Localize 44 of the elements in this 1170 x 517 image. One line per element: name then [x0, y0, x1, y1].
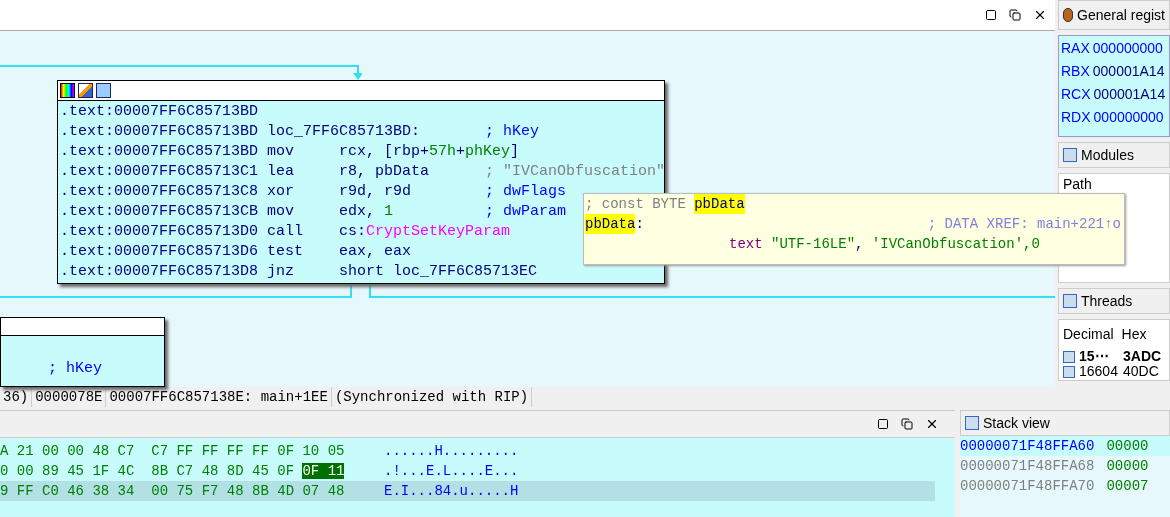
status-field: 36) [0, 387, 33, 407]
hex-row[interactable]: 9 FF C0 46 38 34 00 75 F7 48 8B 4D 07 48 E.I...84.u.....H [0, 481, 935, 501]
restore-icon[interactable] [901, 418, 913, 430]
thread-row[interactable]: 15⋯ 3ADC [1063, 349, 1165, 364]
stack-row[interactable]: 00000071F48FFA60 00000 [960, 436, 1170, 456]
close-icon[interactable] [925, 417, 939, 431]
status-field: 00007FF6C857138E: main+1EE [106, 387, 332, 407]
code-line: .text:00007FF6C85713BD [60, 102, 260, 122]
code-line: ; hKey [48, 359, 102, 379]
hex-row[interactable]: A 21 00 00 48 C7 C7 FF FF FF FF 0F 10 05 ......H......... [0, 441, 935, 461]
register-name: RDX [1061, 108, 1091, 127]
maximize-icon[interactable] [877, 418, 889, 430]
stack-row[interactable]: 00000071F48FFA68 00000 [960, 456, 1170, 476]
code-line: .text:00007FF6C85713D6 test eax, eax [60, 242, 412, 262]
pencil-icon[interactable] [78, 83, 93, 98]
register-value: 000000000 [1092, 39, 1163, 58]
palette-icon[interactable] [60, 83, 75, 98]
tooltip-line: ; const BYTE pbData [585, 194, 746, 214]
register-name: RAX [1061, 39, 1090, 58]
restore-icon[interactable] [1009, 9, 1021, 21]
register-value: 000000000 [1093, 108, 1164, 127]
status-field: (Synchronized with RIP) [331, 387, 533, 407]
code-line: .text:00007FF6C85713CB mov edx, 1 ; dwParam [60, 202, 566, 222]
code-line: .text:00007FF6C85713C1 lea r8, pbData ; "IVCanObfuscation" [60, 162, 666, 182]
column-header: Hex [1121, 325, 1147, 344]
tooltip-line: text "UTF-16LE", 'IVCanObfuscation',0 [728, 235, 1041, 254]
code-line: .text:00007FF6C85713D0 call cs:CryptSetKeyParam [60, 222, 511, 242]
register-name: RBX [1061, 62, 1090, 81]
code-line: .text:00007FF6C85713BD loc_7FF6C85713BD: ; hKey [60, 122, 539, 142]
column-header: Path [1063, 176, 1092, 192]
maximize-icon[interactable] [985, 9, 997, 21]
hex-row[interactable]: 0 00 89 45 1F 4C 8B C7 48 8D 45 0F 0F 11 .!...E.L....E... [0, 461, 935, 481]
status-field: 0000078E [32, 387, 107, 407]
code-line: .text:00007FF6C85713BD mov rcx, [rbp+57h+phKey] [60, 142, 520, 162]
stack-row[interactable]: 00000071F48FFA70 00007 [960, 476, 1170, 496]
thread-row[interactable]: 16604 40DC [1063, 364, 1165, 379]
tooltip-line: pbData: ; DATA XREF: main+221↑o [585, 214, 1122, 234]
register-value: 000001A14 [1093, 85, 1166, 104]
register-name: RCX [1061, 85, 1091, 104]
column-header: Decimal [1063, 325, 1114, 344]
code-line: .text:00007FF6C85713D8 jnz short loc_7FF6C85713EC [60, 262, 538, 282]
register-value: 000001A14 [1092, 62, 1165, 81]
code-line: .text:00007FF6C85713C8 xor r9d, r9d ; dwFlags [60, 182, 566, 202]
close-icon[interactable] [1033, 8, 1047, 22]
